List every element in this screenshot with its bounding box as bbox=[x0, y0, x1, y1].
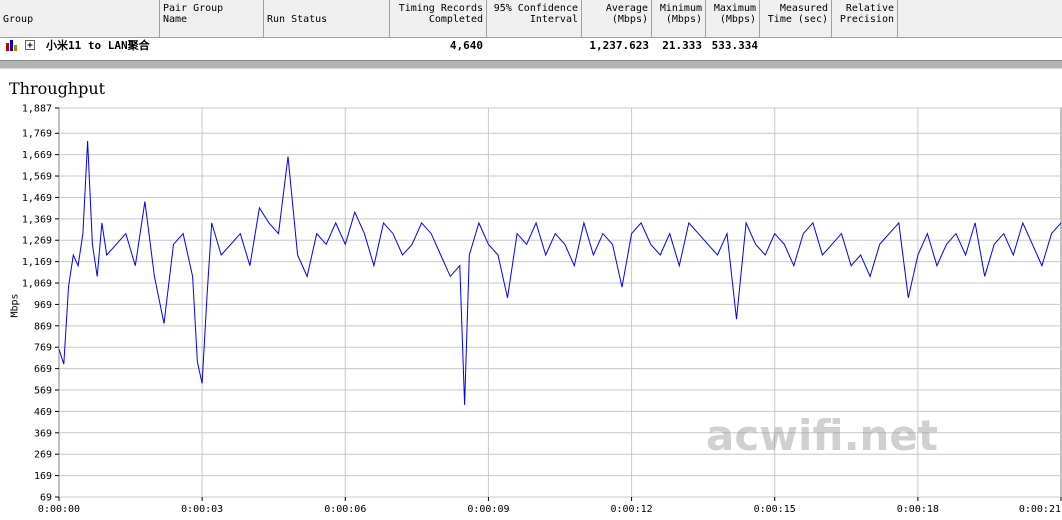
y-tick-label: 69 bbox=[40, 493, 52, 504]
y-tick-label: 1,469 bbox=[22, 193, 52, 204]
x-tick-label: 0:00:12 bbox=[610, 504, 652, 515]
x-tick-label: 0:00:21 bbox=[1019, 504, 1061, 515]
y-tick-label: 169 bbox=[34, 471, 52, 482]
y-tick-label: 1,669 bbox=[22, 150, 52, 161]
x-tick-label: 0:00:06 bbox=[324, 504, 366, 515]
y-tick-label: 1,269 bbox=[22, 236, 52, 247]
y-tick-label: 469 bbox=[34, 407, 52, 418]
y-tick-label: 569 bbox=[34, 386, 52, 397]
watermark: acwifi.net bbox=[706, 411, 938, 460]
y-tick-label: 369 bbox=[34, 428, 52, 439]
x-tick-label: 0:00:09 bbox=[467, 504, 509, 515]
y-tick-label: 1,569 bbox=[22, 172, 52, 183]
x-tick-label: 0:00:18 bbox=[897, 504, 939, 515]
y-tick-label: 669 bbox=[34, 364, 52, 375]
x-tick-label: 0:00:00 bbox=[38, 504, 80, 515]
y-tick-label: 1,369 bbox=[22, 214, 52, 225]
x-tick-label: 0:00:15 bbox=[754, 504, 796, 515]
y-tick-label: 969 bbox=[34, 300, 52, 311]
x-tick-label: 0:00:03 bbox=[181, 504, 223, 515]
y-tick-label: 869 bbox=[34, 321, 52, 332]
y-tick-label: 1,887 bbox=[22, 104, 52, 115]
y-tick-label: 1,169 bbox=[22, 257, 52, 268]
y-tick-label: 769 bbox=[34, 343, 52, 354]
y-tick-label: 269 bbox=[34, 450, 52, 461]
y-tick-label: 1,769 bbox=[22, 129, 52, 140]
y-tick-label: 1,069 bbox=[22, 279, 52, 290]
